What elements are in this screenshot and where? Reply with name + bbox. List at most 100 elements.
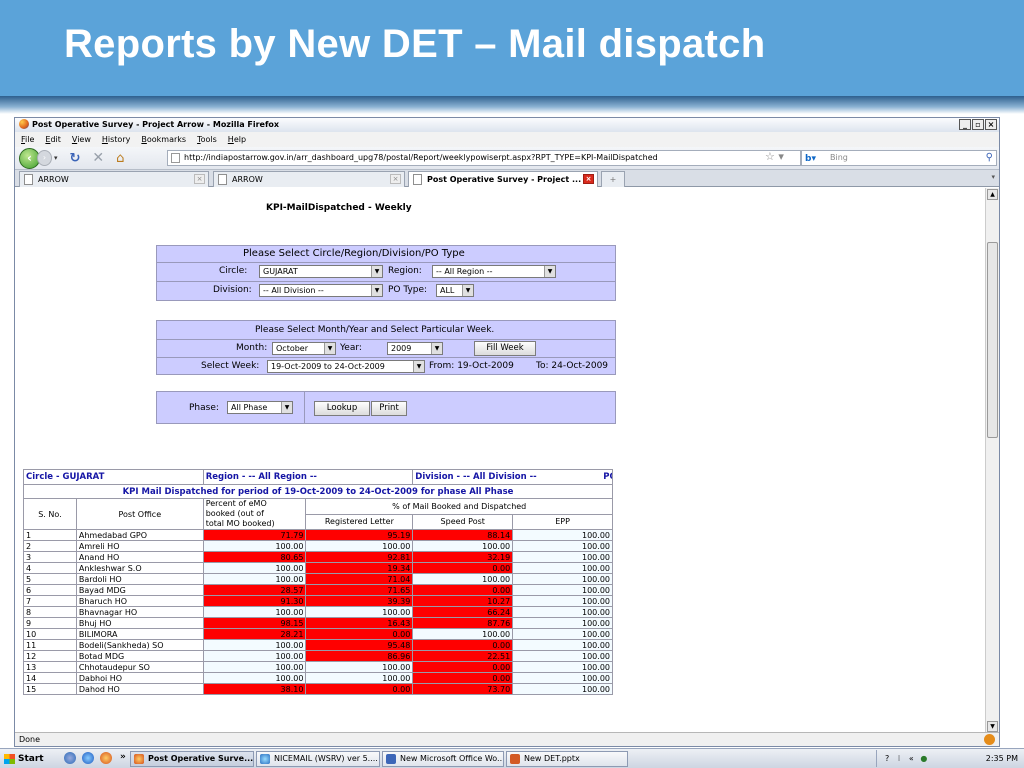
restore-button[interactable]: ▫ [972,119,984,130]
addon-icon[interactable] [984,734,995,745]
col-speed-post: Speed Post [412,513,514,530]
tray-expand-icon[interactable]: « [909,754,914,763]
forward-button[interactable]: › [37,150,52,166]
page-icon [218,174,227,185]
task-firefox[interactable]: Post Operative Surve... [130,751,254,767]
cell-emo-percent: 100.00 [202,540,307,552]
page-title: KPI-MailDispatched - Weekly [266,203,412,213]
phase-select[interactable]: All Phase ▼ [227,401,293,414]
minimize-button[interactable]: _ [959,119,971,130]
table-row: 14 Dabhoi HO 100.00 100.00 0.00 100.00 [23,672,613,684]
chevron-down-icon: ▼ [281,402,292,413]
cell-epp: 100.00 [512,540,613,552]
panel-header: Please Select Circle/Region/Division/PO … [243,248,465,259]
menu-view[interactable]: View [72,132,91,147]
task-word[interactable]: New Microsoft Office Wo... [382,751,504,767]
cell-post-office: Bhuj HO [75,617,204,629]
chevron-down-icon: ▼ [324,343,335,354]
cell-post-office: Bodeli(Sankheda) SO [75,639,204,651]
scroll-up-icon[interactable]: ▲ [987,189,998,200]
new-tab-button[interactable]: + [601,171,625,187]
col-group-mail: % of Mail Booked and Dispatched [305,498,613,515]
menu-file[interactable]: File [21,132,34,147]
firefox-icon [134,754,144,764]
menu-help[interactable]: Help [228,132,246,147]
table-row: 13 Chhotaudepur SO 100.00 100.00 0.00 100.00 [23,661,613,673]
cell-registered-letter: 95.19 [305,529,414,541]
select-week-label: Select Week: [201,361,260,371]
chevron-down-icon: ▼ [544,266,555,277]
tab-arrow-1[interactable]: ARROW × [19,171,209,187]
month-select[interactable]: October ▼ [272,342,336,355]
cell-emo-percent: 100.00 [202,650,307,662]
help-icon[interactable]: ? [885,754,889,763]
circle-select[interactable]: GUJARAT ▼ [259,265,383,278]
divider [157,357,615,358]
potype-filter: POType - ALL [603,472,611,482]
vertical-scrollbar[interactable]: ▲ ▼ [985,188,999,733]
windows-logo-icon [4,754,15,764]
table-row: 2 Amreli HO 100.00 100.00 100.00 100.00 [23,540,613,552]
print-button[interactable]: Print [371,401,407,416]
tab-arrow-2[interactable]: ARROW × [213,171,405,187]
division-select[interactable]: -- All Division -- ▼ [259,284,383,297]
reload-icon[interactable]: ↻ [70,151,81,166]
bookmark-star-icon[interactable]: ☆ ▾ [765,150,784,163]
region-select[interactable]: -- All Region -- ▼ [432,265,556,278]
tab-post-operative-survey[interactable]: Post Operative Survey - Project ... × [408,171,598,187]
start-button[interactable]: Start [2,751,56,767]
url-bar[interactable]: http://indiapostarrow.gov.in/arr_dashboa… [167,150,801,166]
task-nicemail[interactable]: NICEMAIL (WSRV) ver 5.... [256,751,380,767]
panel-header: Please Select Month/Year and Select Part… [255,325,495,335]
tab-label: ARROW [232,175,263,184]
scroll-down-icon[interactable]: ▼ [987,721,998,732]
cell-sno: 15 [23,683,77,695]
firefox-quicklaunch-icon[interactable] [100,752,112,764]
tab-close-icon[interactable]: × [583,174,594,184]
cell-epp: 100.00 [512,562,613,574]
browser-quicklaunch-icon[interactable] [64,752,76,764]
menu-history[interactable]: History [102,132,130,147]
division-label: Division: [213,285,252,295]
lookup-button[interactable]: Lookup [314,401,370,416]
table-row: 15 Dahod HO 38.10 0.00 73.70 100.00 [23,683,613,695]
tab-close-icon[interactable]: × [390,174,401,184]
stop-icon[interactable]: ✕ [92,150,104,166]
week-select[interactable]: 19-Oct-2009 to 24-Oct-2009 ▼ [267,360,425,373]
cell-post-office: Dabhoi HO [75,672,204,684]
history-dropdown-icon[interactable]: ▾ [54,154,58,162]
task-powerpoint[interactable]: New DET.pptx [506,751,628,767]
cell-post-office: Bardoli HO [75,573,204,585]
cell-speed-post: 0.00 [412,661,514,673]
tab-list-icon[interactable]: ▾ [991,173,995,181]
bing-icon[interactable]: b▾ [805,152,816,166]
report-period: KPI Mail Dispatched for period of 19-Oct… [23,484,613,499]
menu-tools[interactable]: Tools [197,132,217,147]
cell-speed-post: 66.24 [412,606,514,618]
fill-week-button[interactable]: Fill Week [474,341,536,356]
to-date: To: 24-Oct-2009 [536,361,609,371]
menu-bookmarks[interactable]: Bookmarks [141,132,186,147]
cell-post-office: Amreli HO [75,540,204,552]
cell-emo-percent: 100.00 [202,639,307,651]
potype-select[interactable]: ALL ▼ [436,284,474,297]
tray-app-icon[interactable]: ● [920,754,927,763]
close-button[interactable]: × [985,119,997,130]
division-value: -- All Division -- [263,286,324,295]
network-icon[interactable]: ⁝ [898,754,901,763]
search-icon[interactable]: ⚲ [986,151,993,165]
cell-emo-percent: 100.00 [202,562,307,574]
cell-sno: 7 [23,595,77,607]
report-body: 1 Ahmedabad GPO 71.79 95.19 88.14 100.00 2 Amre… [23,529,613,695]
year-select[interactable]: 2009 ▼ [387,342,443,355]
ie-quicklaunch-icon[interactable] [82,752,94,764]
menu-edit[interactable]: Edit [45,132,61,147]
cell-registered-letter: 86.96 [305,650,414,662]
slide-title: Reports by New DET – Mail dispatch [64,22,766,66]
tab-close-icon[interactable]: × [194,174,205,184]
quicklaunch-more-icon[interactable]: » [120,752,126,762]
cell-emo-percent: 98.15 [202,617,307,629]
scroll-thumb[interactable] [987,242,998,438]
home-icon[interactable]: ⌂ [116,151,124,166]
search-box[interactable]: b▾ Bing ⚲ [801,150,997,166]
